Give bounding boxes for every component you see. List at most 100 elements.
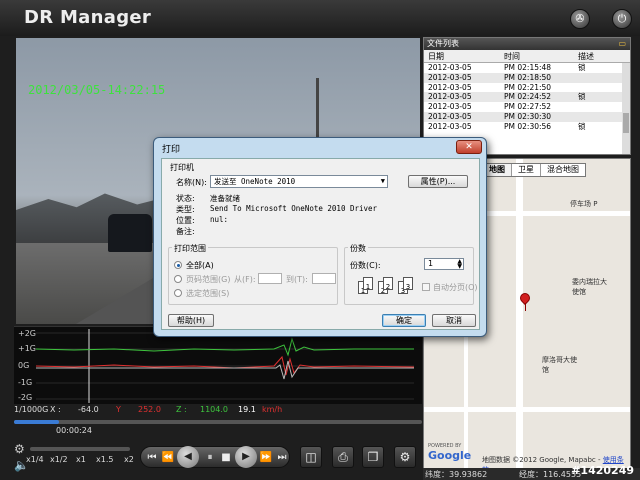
row-time: PM 02:30:56 (504, 121, 552, 131)
app-title: DR Manager (24, 7, 152, 28)
collate-checkbox[interactable] (422, 283, 430, 291)
type-label: 类型: (176, 205, 195, 214)
row-time: PM 02:30:30 (504, 111, 552, 121)
speed-label-1x[interactable]: x1 (76, 455, 86, 464)
copy-files-icon[interactable]: ❐ (362, 446, 384, 468)
range-selection-label[interactable]: 选定范围(S) (186, 288, 229, 299)
film-reel-icon[interactable]: ✇ (570, 9, 590, 29)
dialog-title: 打印 (162, 145, 181, 155)
range-pages-label[interactable]: 页码范围(G) (186, 274, 230, 285)
printer-icon[interactable]: ⎙ (332, 446, 354, 468)
file-list-columns: 日期 时间 描述 (424, 50, 630, 63)
help-button[interactable]: 帮助(H) (168, 314, 214, 327)
tab-satellite[interactable]: 卫星 (512, 164, 541, 176)
where-label: 位置: (176, 216, 195, 225)
column-time[interactable]: 时间 (500, 50, 574, 62)
google-logo[interactable]: Google (428, 449, 471, 462)
range-pages-radio[interactable] (174, 275, 182, 283)
range-to-label: 到(T): (286, 275, 308, 284)
speed-label-half[interactable]: x1/2 (50, 455, 68, 464)
printer-select-value: 发送至 OneNote 2010 (214, 177, 296, 186)
table-row[interactable]: 2012-03-05 PM 02:18:50 (424, 72, 630, 83)
range-all-label[interactable]: 全部(A) (186, 260, 214, 271)
speaker-speed-icon: ⚙ (14, 442, 25, 456)
video-car (108, 214, 152, 252)
table-row[interactable]: 2012-03-05 PM 02:21:50 (424, 83, 630, 93)
readout-z-value: 1104.0 (200, 405, 228, 414)
watermark-tag: #1420249 (571, 464, 634, 477)
column-date[interactable]: 日期 (424, 50, 500, 62)
range-from-input[interactable] (258, 273, 282, 284)
table-row[interactable]: 2012-03-05 PM 02:30:56 锁 (424, 122, 630, 132)
file-list-title: 文件列表 (427, 39, 459, 48)
dialog-body: 打印机 名称(N): 发送至 OneNote 2010 ▼ 属性(P)... 状… (161, 158, 480, 330)
tab-hybrid[interactable]: 混合地图 (541, 164, 585, 176)
row-desc: 锁 (578, 121, 586, 131)
play-icon[interactable]: ▶ (235, 446, 257, 468)
close-icon[interactable]: ✕ (456, 140, 482, 154)
print-dialog: 打印 ✕ 打印机 名称(N): 发送至 OneNote 2010 ▼ 属性(P)… (153, 137, 487, 337)
copies-group-label: 份数 (348, 243, 368, 254)
speed-slider[interactable] (30, 447, 130, 451)
row-time: PM 02:24:52 (504, 92, 552, 102)
timeline[interactable]: 00:00:24 (14, 418, 422, 442)
map-label-embassy-morocco: 摩洛哥大使馆 (542, 356, 577, 374)
collate-label[interactable]: 自动分页(O) (433, 282, 478, 293)
file-list-scrollbar[interactable] (622, 63, 630, 154)
playback-controls: ⚙ 🔈 x1/4 x1/2 x1 x1.5 x2 ⏮ ⏪ ◀ ⏸ ■ ▶ ⏩ ⏭… (0, 442, 425, 480)
row-date: 2012-03-05 (428, 72, 472, 82)
chevron-down-icon: ▼ (380, 177, 385, 185)
table-row[interactable]: 2012-03-05 PM 02:30:30 (424, 111, 630, 122)
printer-select[interactable]: 发送至 OneNote 2010 ▼ (210, 175, 388, 188)
tab-map[interactable]: 地图 (483, 164, 512, 176)
row-date: 2012-03-05 (428, 111, 472, 121)
camera-icon[interactable]: ◫ (300, 446, 322, 468)
copies-group (344, 247, 474, 305)
map-label-parking: 停车场 P (570, 200, 598, 208)
graph-series-white (36, 360, 414, 380)
cancel-button[interactable]: 取消 (432, 314, 476, 327)
skip-end-icon[interactable]: ⏭ (273, 449, 291, 467)
row-desc: 锁 (578, 92, 586, 102)
speed-label-1-5x[interactable]: x1.5 (96, 455, 113, 464)
row-date: 2012-03-05 (428, 92, 472, 102)
stop-icon[interactable]: ■ (217, 449, 235, 467)
map-road (424, 407, 630, 412)
table-row[interactable]: 2012-03-05 PM 02:24:52 锁 (424, 92, 630, 103)
range-all-radio[interactable] (174, 261, 182, 269)
printer-name-label: 名称(N): (176, 178, 207, 187)
power-icon[interactable]: ⏻ (612, 9, 632, 29)
timeline-fill (14, 420, 59, 424)
copies-stepper[interactable]: 1 ▲ ▼ (424, 258, 464, 270)
step-back-icon[interactable]: ⏪ (159, 449, 177, 467)
location-pin-tail (525, 303, 526, 311)
range-to-input[interactable] (312, 273, 336, 284)
readout-y-label: Y (116, 405, 121, 414)
readout-y-value: 252.0 (138, 405, 161, 414)
graph-series-green (35, 337, 414, 357)
settings-gear-icon[interactable]: ⚙ (394, 446, 416, 468)
row-date: 2012-03-05 (428, 102, 472, 112)
comment-label: 备注: (176, 227, 195, 236)
map-label-embassy-venezuela: 委内瑞拉大使馆 (572, 278, 607, 296)
properties-button[interactable]: 属性(P)... (408, 175, 468, 188)
ok-button[interactable]: 确定 (382, 314, 426, 327)
readout-speed: 19.1 (238, 405, 256, 414)
readout-z-label: Z : (176, 405, 187, 414)
latitude: 纬度：39.93862 (425, 470, 488, 479)
speed-label-2x[interactable]: x2 (124, 455, 134, 464)
readout-x-value: -64.0 (78, 405, 99, 414)
scrollbar-thumb[interactable] (623, 113, 629, 133)
speed-label-quarter[interactable]: x1/4 (26, 455, 44, 464)
table-row[interactable]: 2012-03-05 PM 02:15:48 锁 (424, 63, 630, 73)
timeline-track[interactable] (14, 420, 422, 424)
play-reverse-icon[interactable]: ◀ (177, 446, 199, 468)
folder-icon[interactable]: ▭ (618, 38, 626, 50)
where-value: nul: (210, 215, 229, 224)
spinner-arrows-icon[interactable]: ▲ ▼ (457, 259, 462, 270)
column-desc[interactable]: 描述 (574, 50, 620, 62)
table-row[interactable]: 2012-03-05 PM 02:27:52 (424, 102, 630, 112)
file-list-header: 文件列表 ▭ (424, 38, 630, 50)
gsensor-graph: +2G +1G 0G -1G -2G (14, 326, 422, 404)
range-selection-radio[interactable] (174, 289, 182, 297)
